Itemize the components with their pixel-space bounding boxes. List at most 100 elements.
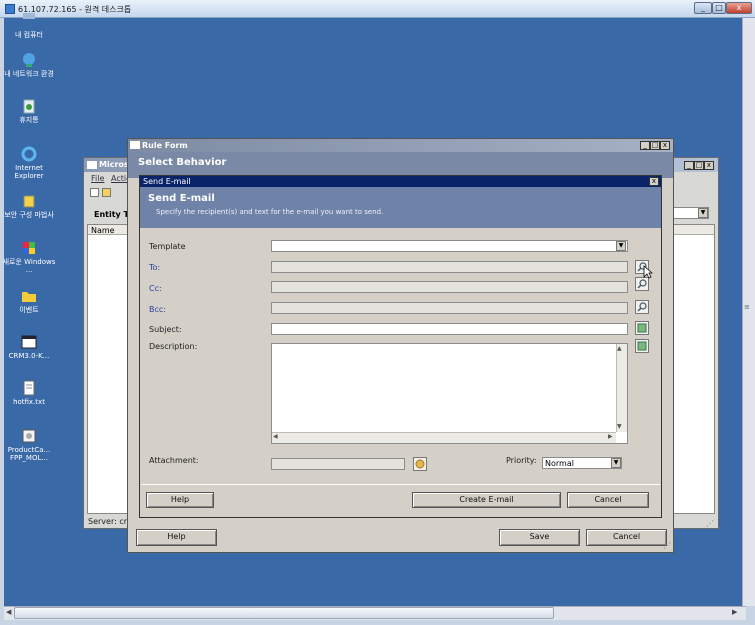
spellcheck-icon: [637, 341, 647, 351]
send-email-heading: Send E-mail: [148, 193, 215, 204]
subject-spellcheck-button[interactable]: [635, 321, 649, 335]
desktop-icon-label: 내 컴퓨터: [15, 31, 43, 39]
help-button[interactable]: Help: [146, 492, 214, 508]
description-spellcheck-button[interactable]: [635, 339, 649, 353]
attachment-field[interactable]: [271, 458, 405, 470]
template-label: Template: [149, 242, 186, 251]
scroll-up-icon[interactable]: ▲: [617, 345, 622, 352]
desktop-icon-events-folder[interactable]: 이벤트: [1, 288, 57, 314]
send-email-titlebar: [140, 176, 661, 187]
bcc-lookup-button[interactable]: [635, 300, 649, 314]
rule-minimize-button[interactable]: _: [640, 141, 650, 150]
rule-close-button[interactable]: x: [660, 141, 670, 150]
subject-field[interactable]: [271, 323, 628, 335]
rule-form-title: Rule Form: [142, 141, 188, 150]
chevron-down-icon: ▼: [698, 208, 708, 218]
mouse-cursor-icon: [643, 265, 654, 281]
send-email-title: Send E-mail: [143, 177, 191, 186]
crm-close-button[interactable]: x: [704, 161, 714, 170]
desktop-icon-network[interactable]: 내 네트워크 환경: [1, 52, 57, 78]
desktop-icon-label: 보안 구성 마법사: [4, 211, 54, 219]
chevron-down-icon: ▼: [616, 241, 626, 251]
crm-maximize-button[interactable]: □: [694, 161, 704, 170]
cc-label[interactable]: Cc:: [149, 284, 162, 293]
attachment-label: Attachment:: [149, 456, 199, 465]
rule-maximize-button[interactable]: □: [650, 141, 660, 150]
desktop-icon-internet-explorer[interactable]: Internet Explorer: [1, 146, 57, 180]
scroll-left-icon[interactable]: ◀: [273, 433, 278, 440]
send-email-subtitle: Specify the recipient(s) and text for th…: [156, 208, 384, 216]
open-icon[interactable]: [102, 188, 111, 197]
lookup-icon: [637, 302, 647, 312]
rule-help-button[interactable]: Help: [136, 529, 217, 546]
scroll-down-icon[interactable]: ▼: [617, 423, 622, 430]
rule-form-heading: Select Behavior: [138, 157, 227, 168]
rule-resize-grip-icon[interactable]: ⋰: [663, 541, 673, 551]
desktop-icon-label: 새로운 Windows ...: [2, 258, 56, 274]
desktop-icon-hotfix[interactable]: hotfix.txt: [1, 380, 57, 406]
chevron-down-icon: ▼: [611, 458, 621, 468]
divider: [141, 484, 660, 485]
network-icon: [21, 52, 37, 68]
paperclip-icon: [415, 459, 425, 469]
crm-minimize-button[interactable]: _: [684, 161, 694, 170]
folder-icon: [21, 288, 37, 304]
desktop-icon-label: ProductCa... FPP_MOL...: [7, 446, 51, 462]
desktop-icon-label: 이벤트: [19, 306, 39, 314]
ie-icon: [21, 146, 37, 162]
desktop-icon-label: Internet Explorer: [14, 164, 44, 180]
bcc-label[interactable]: Bcc:: [149, 305, 166, 314]
rule-form-titlebar: [128, 139, 673, 152]
text-file-icon: [21, 380, 37, 396]
menu-file[interactable]: File: [91, 174, 104, 183]
cancel-button[interactable]: Cancel: [567, 492, 649, 508]
horizontal-scroll-thumb[interactable]: [14, 607, 554, 619]
windows-icon: [21, 240, 37, 256]
bcc-field[interactable]: [271, 302, 628, 314]
cc-field[interactable]: [271, 281, 628, 293]
description-vertical-scrollbar[interactable]: [616, 344, 627, 432]
close-button[interactable]: x: [726, 2, 752, 14]
scroll-grip-icon: ≡: [744, 303, 750, 311]
rule-save-button[interactable]: Save: [499, 529, 580, 546]
new-icon[interactable]: [90, 188, 99, 197]
column-header-name[interactable]: Name: [91, 226, 115, 235]
cd-icon: [21, 428, 37, 444]
create-email-button[interactable]: Create E-mail: [412, 492, 561, 508]
template-select[interactable]: [271, 240, 628, 252]
desktop-icon-crm[interactable]: CRM3.0-K...: [1, 334, 57, 360]
desktop-icon-label: 내 네트워크 환경: [4, 70, 54, 78]
maximize-button[interactable]: □: [712, 2, 726, 14]
scroll-right-icon[interactable]: ▶: [732, 608, 737, 616]
rule-cancel-button[interactable]: Cancel: [586, 529, 667, 546]
scroll-left-icon[interactable]: ◀: [6, 608, 11, 616]
desktop-icon-label: hotfix.txt: [13, 398, 45, 406]
desktop-icon-my-computer[interactable]: 내 컴퓨터: [1, 13, 57, 39]
priority-value: Normal: [545, 459, 574, 468]
desktop-icon-recycle-bin[interactable]: 휴지통: [1, 98, 57, 124]
scroll-right-icon[interactable]: ▶: [608, 433, 613, 440]
to-label[interactable]: To:: [149, 263, 160, 272]
desktop-icon-windows-new[interactable]: 새로운 Windows ...: [1, 240, 57, 274]
resize-grip-icon[interactable]: ⋰: [706, 519, 716, 528]
minimize-button[interactable]: _: [694, 2, 712, 14]
description-label: Description:: [149, 342, 198, 351]
crm-window-title: Micros: [99, 160, 129, 169]
desktop-icon-label: 휴지통: [19, 116, 39, 124]
desktop-icon-label: CRM3.0-K...: [8, 352, 50, 360]
description-field[interactable]: [271, 343, 628, 444]
crm-app-icon: [87, 161, 97, 169]
recycle-bin-icon: [21, 98, 37, 114]
computer-icon: [21, 13, 37, 29]
wizard-icon: [21, 193, 37, 209]
send-email-close-button[interactable]: x: [649, 177, 659, 186]
desktop-icon-security-wizard[interactable]: 보안 구성 마법사: [1, 193, 57, 219]
attachment-browse-button[interactable]: [413, 457, 427, 471]
window-icon: [21, 334, 37, 350]
desktop-vertical-scrollbar[interactable]: [742, 18, 755, 606]
desktop-icon-product-cd[interactable]: ProductCa... FPP_MOL...: [1, 428, 57, 462]
rule-form-app-icon: [130, 141, 140, 149]
description-horizontal-scrollbar[interactable]: [272, 432, 616, 443]
to-field[interactable]: [271, 261, 628, 273]
spellcheck-icon: [637, 323, 647, 333]
